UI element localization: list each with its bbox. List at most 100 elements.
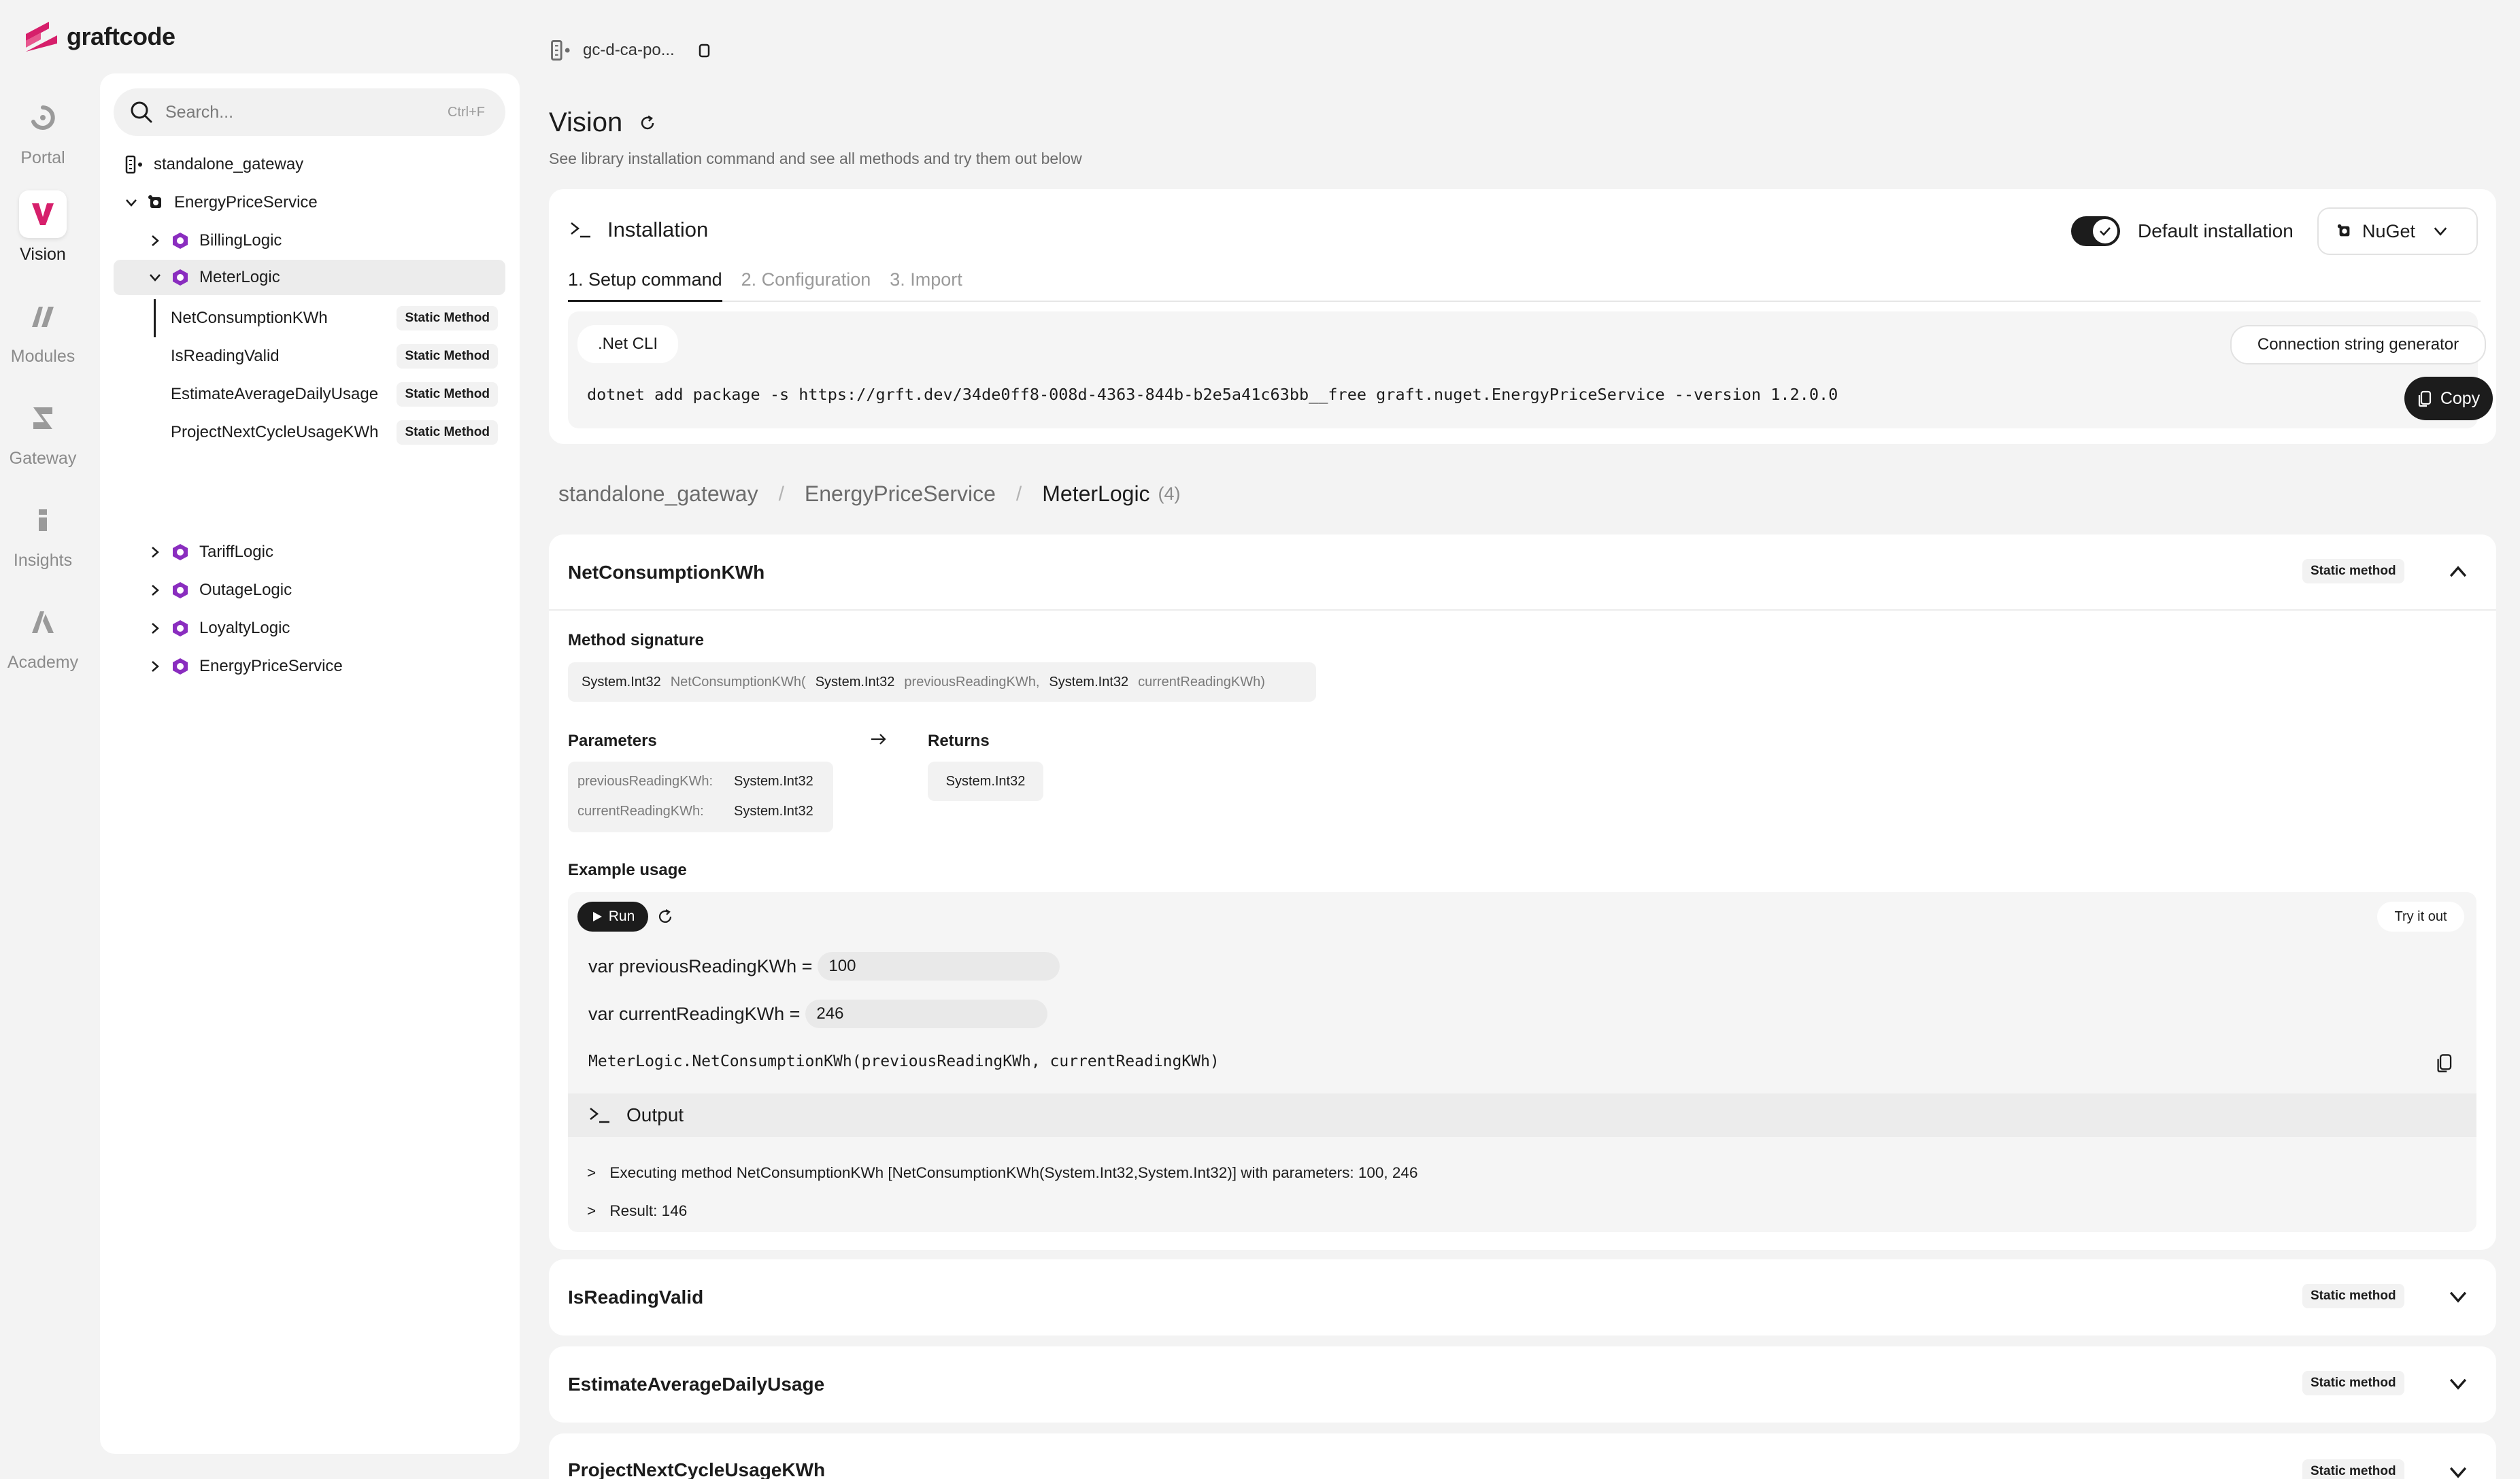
method-card-isreadingvalid[interactable]: IsReadingValid Static method [549,1259,2496,1336]
tab-configuration[interactable]: 2. Configuration [741,264,871,301]
rail-item-portal[interactable]: Portal [0,94,86,182]
output-prompt: > [587,1164,597,1181]
chevron-down-icon[interactable] [148,270,163,285]
rail-item-modules[interactable]: Modules [0,292,86,381]
method-card-estimateaveragedailyusage[interactable]: EstimateAverageDailyUsage Static method [549,1346,2496,1423]
tree-method-isreadingvalid[interactable]: IsReadingValid Static Method [154,337,498,375]
chevron-down-icon [2434,227,2447,236]
copy-icon[interactable] [2436,1053,2455,1073]
check-icon [2100,227,2111,236]
logo[interactable]: graftcode [24,16,175,57]
chevron-down-icon[interactable] [2447,1461,2470,1479]
static-method-badge: Static method [2302,1459,2404,1479]
sig-param2-name: currentReadingKWh) [1138,674,1265,690]
try-it-out-button[interactable]: Try it out [2377,902,2464,932]
parameters-label: Parameters [568,732,657,750]
rail-label-vision: Vision [20,245,66,264]
tree-item-energypriceservice[interactable]: EnergyPriceService [148,649,343,684]
method-card-projectnextcycleusagekwh[interactable]: ProjectNextCycleUsageKWh Static method [549,1433,2496,1479]
tree-item-outagelogic[interactable]: OutageLogic [148,573,292,608]
chevron-down-icon[interactable] [2447,1285,2470,1308]
gateway-icon [19,394,67,442]
rail-label-academy: Academy [7,653,79,672]
call-line: MeterLogic.NetConsumptionKWh(previousRea… [588,1053,1220,1070]
tab-setup-command[interactable]: 1. Setup command [568,264,722,302]
brand-name: graftcode [67,22,175,50]
previous-reading-input[interactable]: 100 [818,952,1060,981]
class-node-icon [173,620,188,636]
rail-item-gateway[interactable]: Gateway [0,394,86,483]
tree-item-label: LoyaltyLogic [199,619,290,637]
method-signature: System.Int32 NetConsumptionKWh( System.I… [568,662,1316,702]
rail-item-insights[interactable]: Insights [0,496,86,585]
rail-item-vision[interactable]: Vision [0,190,86,279]
connection-string-generator-button[interactable]: Connection string generator [2230,325,2486,364]
tab-import[interactable]: 3. Import [890,264,962,301]
chevron-right-icon[interactable] [148,621,163,636]
chevron-up-icon[interactable] [2447,560,2470,583]
tree-method-estimateaveragedailyusage[interactable]: EstimateAverageDailyUsage Static Method [154,375,498,413]
reset-icon[interactable] [656,908,674,925]
variable-line-2: var currentReadingKWh = 246 [588,1000,1048,1028]
method-name: IsReadingValid [568,1287,704,1308]
copy-command-button[interactable]: Copy [2404,377,2493,420]
parameter-name: currentReadingKWh: [577,804,704,819]
parameter-row: currentReadingKWh: System.Int32 [577,804,813,819]
breadcrumb-gateway[interactable]: standalone_gateway [558,481,758,507]
chevron-right-icon[interactable] [148,233,163,248]
package-manager-select[interactable]: NuGet [2317,207,2478,255]
run-button[interactable]: Run [577,902,648,932]
refresh-icon[interactable] [639,114,656,132]
breadcrumb: standalone_gateway / EnergyPriceService … [558,481,1181,507]
nuget-icon [2337,224,2350,237]
sig-param1-name: previousReadingKWh, [904,674,1040,690]
tree-service[interactable]: EnergyPriceService [124,185,318,220]
tree-item-loyaltylogic[interactable]: LoyaltyLogic [148,611,290,646]
breadcrumb-separator: / [778,482,784,505]
academy-icon [19,598,67,646]
tree-method-netconsumptionkwh[interactable]: NetConsumptionKWh Static Method [154,299,498,337]
chevron-down-icon[interactable] [2447,1372,2470,1395]
current-reading-input[interactable]: 246 [805,1000,1048,1028]
tree-item-label: MeterLogic [199,268,280,286]
method-signature-label: Method signature [568,631,705,649]
chevron-right-icon[interactable] [148,659,163,674]
tree-gateway[interactable]: standalone_gateway [124,147,303,182]
search-shortcut: Ctrl+F [448,104,485,120]
command-area: .Net CLI Connection string generator dot… [568,311,2493,428]
parameter-type: System.Int32 [734,804,813,819]
chevron-right-icon[interactable] [148,545,163,560]
default-installation-toggle[interactable] [2071,216,2120,246]
tree-method-projectnextcycleusagekwh[interactable]: ProjectNextCycleUsageKWh Static Method [154,413,498,452]
sig-param1-type: System.Int32 [815,674,895,690]
tree-item-meterlogic[interactable]: MeterLogic [114,260,505,295]
chevron-down-icon[interactable] [124,195,139,210]
output-line: > Executing method NetConsumptionKWh [Ne… [587,1164,1417,1182]
gateway-node-icon [125,155,142,174]
graftcode-logo-icon [26,22,57,52]
breadcrumb-service[interactable]: EnergyPriceService [805,481,996,507]
parameter-row: previousReadingKWh: System.Int32 [577,774,813,789]
method-name: ProjectNextCycleUsageKWh [568,1459,826,1479]
method-card-header[interactable]: NetConsumptionKWh Static method [549,534,2496,611]
cli-label-chip[interactable]: .Net CLI [577,325,678,363]
rail-item-academy[interactable]: Academy [0,598,86,687]
output-prompt: > [587,1202,597,1219]
tree-item-billinglogic[interactable]: BillingLogic [148,223,282,258]
search-icon [131,101,152,123]
play-icon [592,912,602,921]
tree-method-label: NetConsumptionKWh [171,309,328,327]
chevron-right-icon[interactable] [148,583,163,598]
static-method-badge: Static method [2302,559,2404,583]
rail-label-insights: Insights [13,551,73,570]
tree-item-label: EnergyPriceService [199,657,343,675]
class-node-icon [173,544,188,560]
static-method-badge: Static Method [397,344,498,369]
static-method-badge: Static Method [397,420,498,445]
tree-service-label: EnergyPriceService [174,193,318,211]
method-name: EstimateAverageDailyUsage [568,1374,825,1395]
output-title: Output [626,1104,684,1125]
tree-item-tarifflogic[interactable]: TariffLogic [148,534,273,570]
search-input[interactable]: Search... Ctrl+F [114,88,505,136]
copy-icon[interactable] [695,41,713,59]
